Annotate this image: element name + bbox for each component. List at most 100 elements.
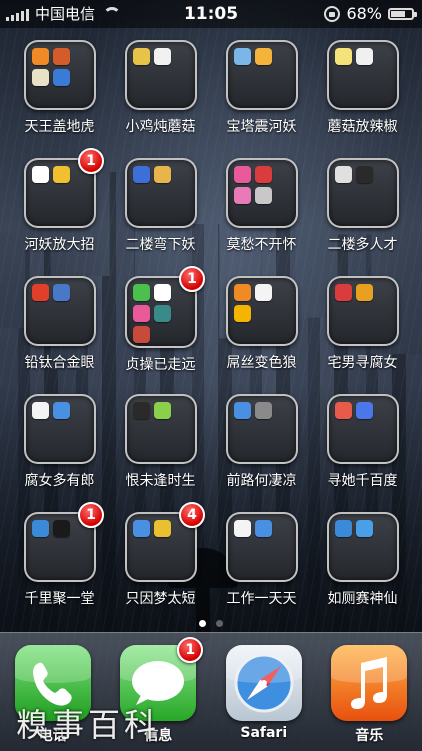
- folder-icon[interactable]: [124, 394, 197, 464]
- status-right: 68%: [324, 0, 417, 28]
- folder-label: 河妖放大招: [24, 237, 95, 253]
- folder-app-thumbnail-icon: [233, 48, 251, 65]
- folder-app-thumbnail-icon: [355, 48, 373, 65]
- folder-icon[interactable]: [326, 512, 399, 582]
- folder-app-thumbnail-icon: [52, 284, 70, 301]
- folder-icon[interactable]: [225, 276, 298, 346]
- folder-label: 如厕赛神仙: [327, 591, 398, 607]
- page-dot-1[interactable]: [199, 620, 206, 627]
- folder-icon[interactable]: [225, 512, 298, 582]
- folder-icon[interactable]: [23, 276, 96, 346]
- dock-label-safari: Safari: [240, 725, 288, 741]
- folder-app-thumbnail-icon: [233, 402, 251, 419]
- folder-icon[interactable]: [326, 40, 399, 110]
- folder-2[interactable]: 小鸡炖蘑菇: [110, 40, 211, 136]
- folder-app-thumbnail-icon: [153, 166, 171, 183]
- folder-icon[interactable]: [124, 40, 197, 110]
- folder-15[interactable]: 前路何凄凉: [211, 394, 312, 490]
- folder-9[interactable]: 铅钛合金眼: [9, 276, 110, 372]
- notification-badge: 1: [78, 502, 104, 528]
- folder-app-thumbnail-icon: [153, 284, 171, 301]
- folder-11[interactable]: 屌丝变色狼: [211, 276, 312, 372]
- folder-icon[interactable]: [326, 158, 399, 228]
- folder-icon[interactable]: [23, 394, 96, 464]
- folder-app-thumbnail-icon: [31, 69, 49, 86]
- folder-app-thumbnail-icon: [52, 166, 70, 183]
- folder-label: 小鸡炖蘑菇: [125, 119, 196, 135]
- folder-5[interactable]: 河妖放大招 1: [9, 148, 110, 254]
- folder-4[interactable]: 蘑菇放辣椒: [312, 40, 413, 136]
- folder-app-thumbnail-icon: [31, 166, 49, 183]
- folder-label: 工作一天天: [226, 591, 297, 607]
- folder-icon[interactable]: [23, 40, 96, 110]
- folder-app-thumbnail-icon: [355, 402, 373, 419]
- folder-icon[interactable]: [225, 158, 298, 228]
- folder-app-thumbnail-icon: [254, 402, 272, 419]
- folder-label: 宝塔震河妖: [226, 119, 297, 135]
- notification-badge: 1: [78, 148, 104, 174]
- folder-14[interactable]: 恨未逢时生: [110, 394, 211, 490]
- music-icon[interactable]: [331, 645, 408, 721]
- folder-16[interactable]: 寻她千百度: [312, 394, 413, 490]
- folder-icon[interactable]: [225, 394, 298, 464]
- notification-badge: 4: [179, 502, 205, 528]
- folder-6[interactable]: 二楼弯下妖: [110, 158, 211, 254]
- folder-label: 宅男寻腐女: [327, 355, 398, 371]
- folder-app-thumbnail-icon: [132, 284, 150, 301]
- dock-app-music[interactable]: 音乐: [324, 645, 414, 745]
- folder-app-thumbnail-icon: [52, 48, 70, 65]
- folder-18[interactable]: 只因梦太短 4: [110, 502, 211, 608]
- folder-label: 贞操已走远: [125, 357, 196, 373]
- folder-app-thumbnail-icon: [52, 69, 70, 86]
- folder-app-thumbnail-icon: [132, 305, 150, 322]
- folder-label: 二楼多人才: [327, 237, 398, 253]
- folder-app-thumbnail-icon: [233, 187, 251, 204]
- folder-17[interactable]: 千里聚一堂 1: [9, 502, 110, 608]
- folder-app-thumbnail-icon: [153, 48, 171, 65]
- folder-icon[interactable]: [124, 158, 197, 228]
- folder-label: 二楼弯下妖: [125, 237, 196, 253]
- folder-app-thumbnail-icon: [334, 402, 352, 419]
- folder-icon[interactable]: [225, 40, 298, 110]
- folder-app-thumbnail-icon: [334, 284, 352, 301]
- page-indicator[interactable]: [0, 620, 422, 627]
- folder-app-thumbnail-icon: [254, 166, 272, 183]
- battery-percent: 68%: [346, 4, 382, 23]
- folder-label: 只因梦太短: [125, 591, 196, 607]
- folder-icon[interactable]: [326, 394, 399, 464]
- folder-20[interactable]: 如厕赛神仙: [312, 512, 413, 608]
- folder-app-thumbnail-icon: [233, 166, 251, 183]
- folder-app-thumbnail-icon: [132, 402, 150, 419]
- folder-13[interactable]: 腐女多有郎: [9, 394, 110, 490]
- folder-app-thumbnail-icon: [355, 520, 373, 537]
- folder-label: 前路何凄凉: [226, 473, 297, 489]
- folder-label: 铅钛合金眼: [24, 355, 95, 371]
- battery-level: [391, 11, 405, 17]
- safari-icon[interactable]: [225, 645, 302, 721]
- folder-label: 腐女多有郎: [24, 473, 95, 489]
- folder-app-thumbnail-icon: [52, 402, 70, 419]
- folder-app-thumbnail-icon: [31, 520, 49, 537]
- folder-19[interactable]: 工作一天天: [211, 512, 312, 608]
- folder-7[interactable]: 莫愁不开怀: [211, 158, 312, 254]
- notification-badge: 1: [177, 637, 204, 663]
- folder-app-thumbnail-icon: [334, 166, 352, 183]
- folder-app-thumbnail-icon: [153, 520, 171, 537]
- folder-1[interactable]: 天王盖地虎: [9, 40, 110, 136]
- folder-app-thumbnail-icon: [132, 326, 150, 343]
- folder-3[interactable]: 宝塔震河妖: [211, 40, 312, 136]
- folder-app-thumbnail-icon: [52, 520, 70, 537]
- folder-app-thumbnail-icon: [334, 520, 352, 537]
- folder-12[interactable]: 宅男寻腐女: [312, 276, 413, 372]
- folder-label: 莫愁不开怀: [226, 237, 297, 253]
- folder-app-thumbnail-icon: [233, 305, 251, 322]
- folder-app-thumbnail-icon: [153, 305, 171, 322]
- page-dot-2[interactable]: [216, 620, 223, 627]
- folder-app-thumbnail-icon: [233, 520, 251, 537]
- folder-app-thumbnail-icon: [132, 166, 150, 183]
- dock-app-safari[interactable]: Safari: [219, 645, 309, 745]
- folder-app-thumbnail-icon: [254, 48, 272, 65]
- folder-8[interactable]: 二楼多人才: [312, 158, 413, 254]
- folder-10[interactable]: 贞操已走远 1: [110, 266, 211, 373]
- folder-icon[interactable]: [326, 276, 399, 346]
